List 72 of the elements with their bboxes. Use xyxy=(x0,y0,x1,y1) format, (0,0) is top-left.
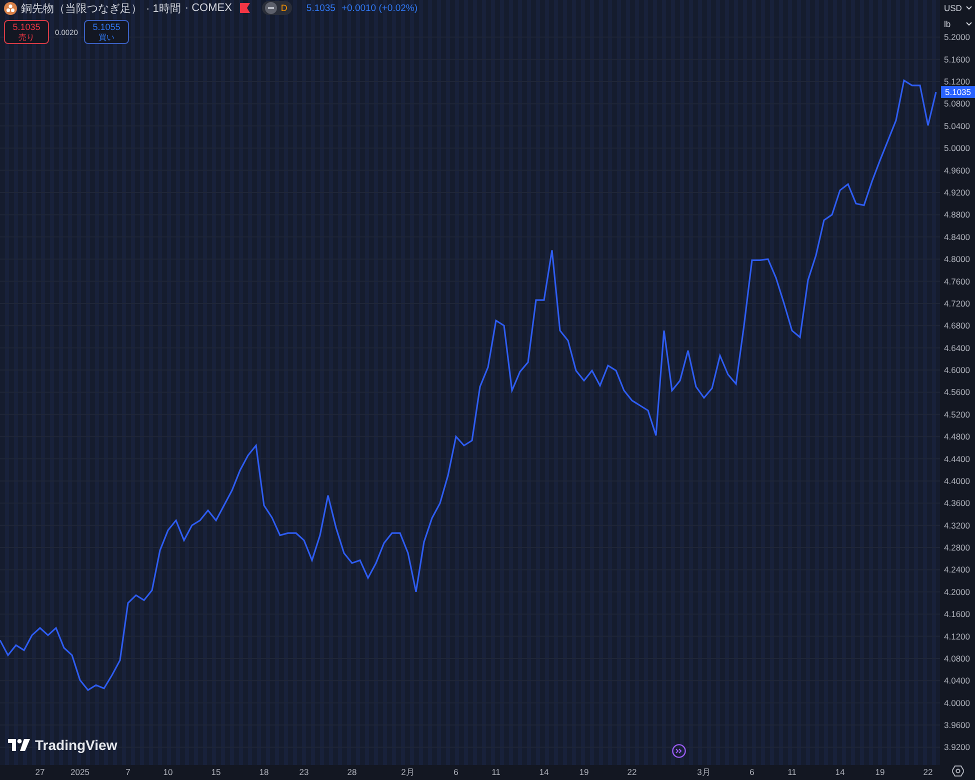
y-axis-label: 5.0000 xyxy=(944,143,970,154)
x-axis-label: 11 xyxy=(492,767,500,777)
buy-button[interactable]: 5.1055 買い xyxy=(84,20,129,44)
x-axis-label: 6 xyxy=(454,767,458,777)
y-axis-label: 4.8000 xyxy=(944,254,970,264)
logo-icon xyxy=(8,739,30,751)
y-axis-label: 3.9200 xyxy=(944,742,970,752)
y-axis-label: 4.7200 xyxy=(944,298,970,308)
x-axis-label: 14 xyxy=(539,767,549,777)
y-axis-label: 5.1600 xyxy=(944,54,970,64)
y-axis-label: 4.4000 xyxy=(944,476,970,486)
y-axis-label: 4.6400 xyxy=(944,342,970,353)
scroll-to-latest-icon[interactable] xyxy=(672,744,686,758)
x-axis-label: 23 xyxy=(299,767,309,777)
y-axis-label: 4.1600 xyxy=(944,609,970,620)
y-axis-label: 4.0400 xyxy=(944,676,970,686)
y-axis-label: 4.2800 xyxy=(944,542,970,553)
y-axis-label: 4.7600 xyxy=(944,276,970,286)
y-axis-label: 4.3600 xyxy=(944,498,970,508)
y-axis-label: 4.8800 xyxy=(944,210,970,220)
status-pill[interactable]: D xyxy=(262,1,292,15)
x-axis-label: 15 xyxy=(211,767,221,777)
x-axis-label: 10 xyxy=(163,767,173,777)
x-axis-label: 2月 xyxy=(401,767,415,777)
y-axis-label: 5.0400 xyxy=(944,120,970,131)
caret-icon xyxy=(966,6,972,10)
symbol-title[interactable]: 銅先物（当限つなぎ足） xyxy=(21,0,142,16)
y-axis-label: 4.5600 xyxy=(944,387,970,398)
y-axis-label: 4.4400 xyxy=(944,454,970,464)
x-axis-label: 18 xyxy=(259,767,269,777)
sell-button[interactable]: 5.1035 売り xyxy=(4,20,49,44)
settings-icon[interactable] xyxy=(952,765,964,777)
y-axis-label: 4.6000 xyxy=(944,365,970,376)
caret-icon xyxy=(966,22,972,26)
minus-icon xyxy=(264,2,277,14)
y-axis-label: 4.2000 xyxy=(944,586,970,597)
y-axis-label: 4.6800 xyxy=(944,320,970,331)
x-axis-label: 22 xyxy=(627,767,637,777)
y-axis-label: 4.5200 xyxy=(944,409,970,420)
y-axis-label: 4.8400 xyxy=(944,232,970,242)
y-axis-label: 4.0000 xyxy=(944,698,970,708)
exchange-label[interactable]: · COMEX xyxy=(184,2,232,14)
x-axis-label: 19 xyxy=(875,767,885,777)
x-axis-label: 6 xyxy=(750,767,754,777)
logo[interactable]: TradingView xyxy=(8,737,118,753)
y-axis-label: 4.9600 xyxy=(944,165,970,176)
last-price: 5.1035 xyxy=(306,2,336,14)
x-axis-label: 11 xyxy=(788,767,796,777)
y-axis-label: 4.9200 xyxy=(944,188,970,198)
current-price-label: 5.1035 xyxy=(941,86,975,98)
x-axis-label: 14 xyxy=(835,767,845,777)
y-axis-label: 4.4800 xyxy=(944,432,970,442)
x-axis-label: 2025 xyxy=(70,767,90,777)
y-axis-label: 4.0800 xyxy=(944,654,970,664)
delayed-data-letter: D xyxy=(280,3,288,13)
x-axis-label: 27 xyxy=(35,767,45,777)
y-axis-label: 4.1200 xyxy=(944,631,970,642)
y-axis-label: 5.1200 xyxy=(944,76,970,87)
symbol-icon xyxy=(4,2,17,14)
x-axis-label: 19 xyxy=(579,767,589,777)
interval-label[interactable]: · 1時間 xyxy=(146,0,181,16)
y-axis-label: 3.9600 xyxy=(944,720,970,730)
x-axis-label: 22 xyxy=(923,767,933,777)
y-axis-label: 5.2000 xyxy=(944,32,970,42)
flag-icon xyxy=(240,3,250,13)
x-axis-label: 28 xyxy=(347,767,357,777)
y-axis-label: 4.2400 xyxy=(944,564,970,575)
x-axis-label: 3月 xyxy=(697,767,711,777)
price-change: +0.0010 (+0.02%) xyxy=(341,2,418,14)
y-axis-label: 4.3200 xyxy=(944,520,970,530)
y-axis-label: 5.0800 xyxy=(944,98,970,109)
x-axis-label: 7 xyxy=(126,767,130,777)
